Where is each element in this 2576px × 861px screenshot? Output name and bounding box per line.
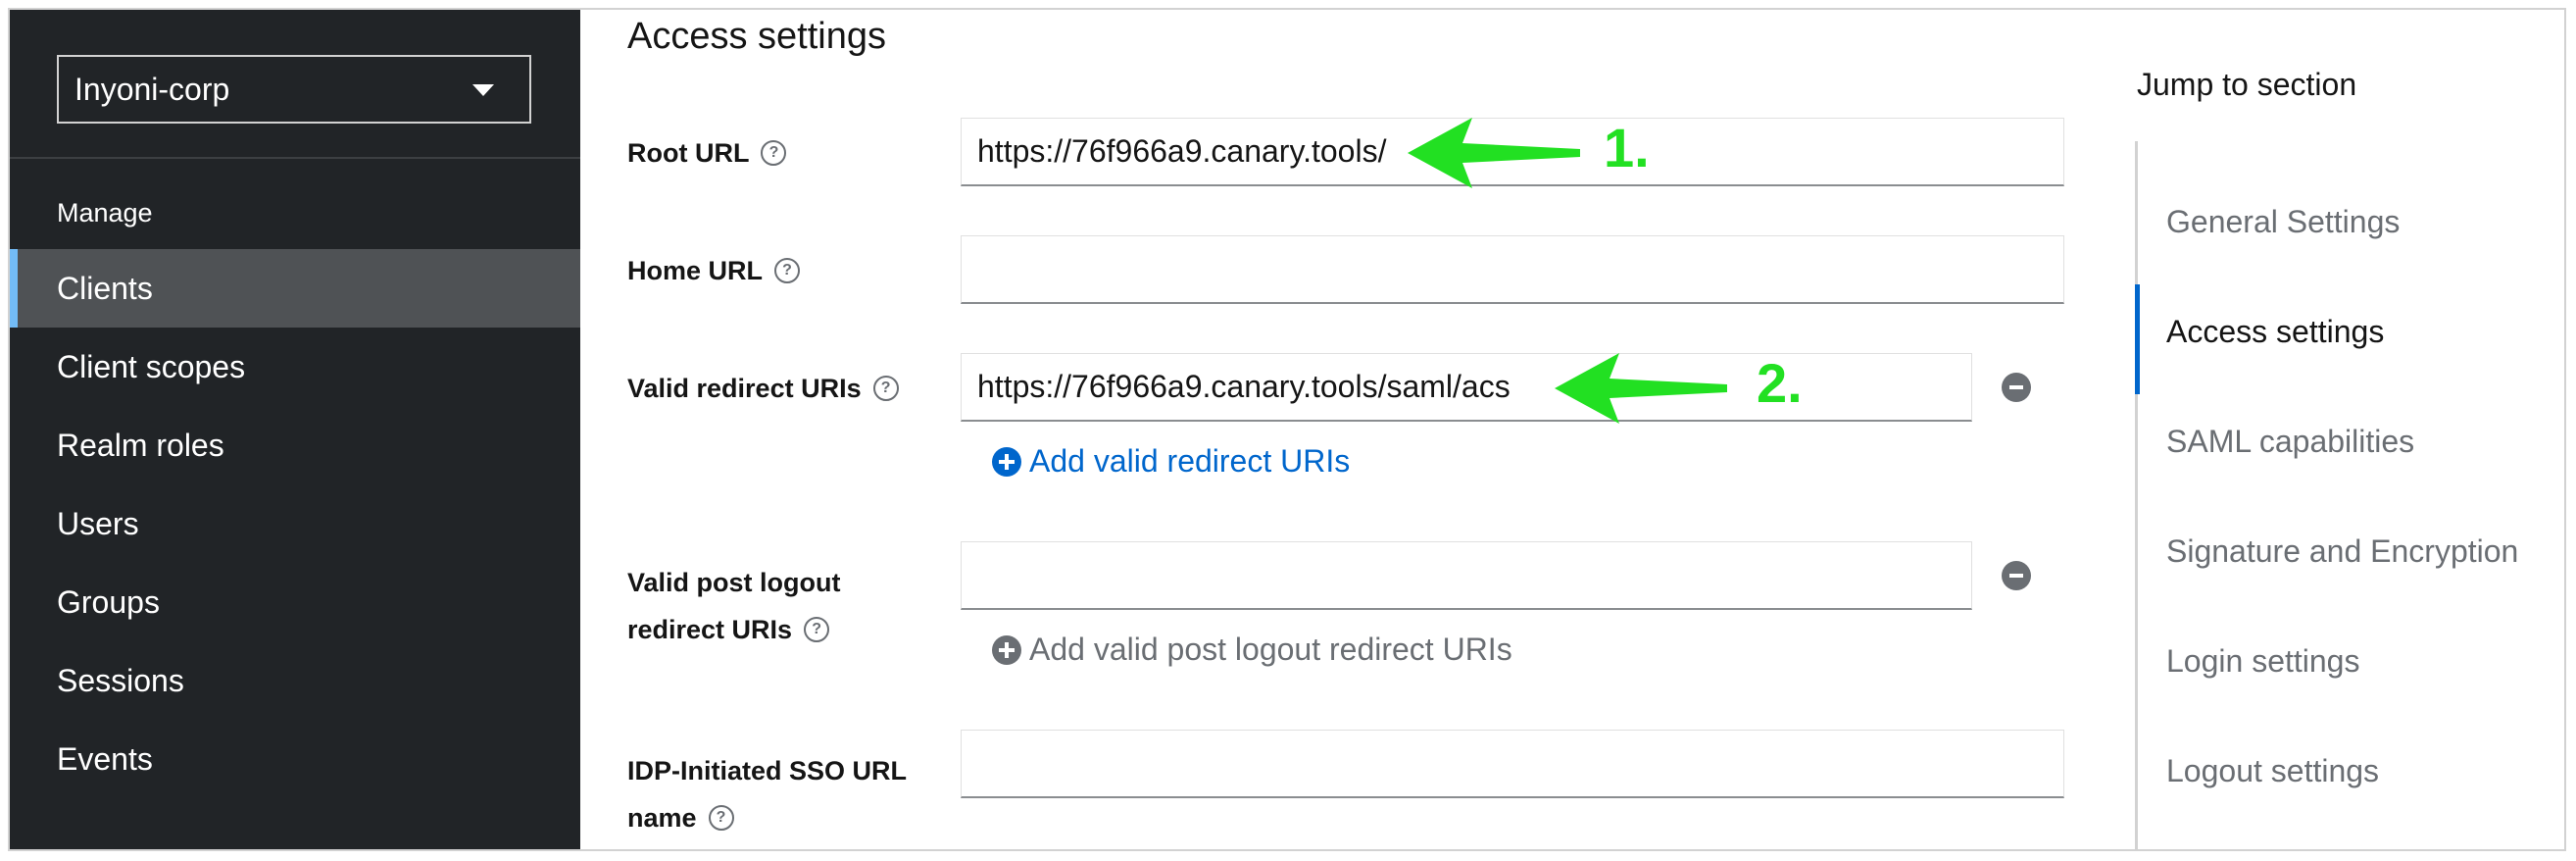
remove-redirect-uri-button[interactable]	[2002, 373, 2031, 402]
arrow-annotation-2-icon	[1555, 353, 1727, 424]
caret-down-icon	[472, 84, 494, 96]
sidebar-item-users[interactable]: Users	[10, 484, 580, 563]
add-redirect-uri-button[interactable]: Add valid redirect URIs	[992, 443, 1350, 480]
redirect-uri-value: https://76f966a9.canary.tools/saml/acs	[977, 369, 1511, 404]
arrow-annotation-1-icon	[1408, 118, 1580, 188]
redirect-uris-label-text: Valid redirect URIs	[627, 374, 862, 403]
help-icon[interactable]: ?	[708, 804, 734, 831]
sidebar-divider	[10, 157, 580, 159]
post-logout-label: Valid post logout redirect URIs?	[627, 559, 841, 653]
nav-section-title: Manage	[57, 198, 153, 228]
sidebar-item-label: Client scopes	[57, 348, 246, 384]
idp-sso-url-input[interactable]	[961, 730, 2064, 798]
add-redirect-uri-label: Add valid redirect URIs	[1029, 443, 1351, 479]
realm-selector-label: Inyoni-corp	[74, 71, 230, 107]
sidebar-item-realm-roles[interactable]: Realm roles	[10, 406, 580, 484]
sidebar-item-clients[interactable]: Clients	[10, 249, 580, 328]
sidebar-item-sessions[interactable]: Sessions	[10, 641, 580, 720]
sidebar-item-label: Sessions	[57, 662, 184, 698]
sidebar-item-label: Realm roles	[57, 427, 224, 463]
jump-link-signature-encryption[interactable]: Signature and Encryption	[2166, 533, 2518, 570]
jump-to-section-title: Jump to section	[2137, 67, 2357, 102]
help-icon[interactable]: ?	[774, 257, 801, 283]
app-frame: Inyoni-corp Manage Clients Client scopes…	[8, 8, 2566, 851]
sidebar-item-events[interactable]: Events	[10, 720, 580, 798]
redirect-uri-input[interactable]: https://76f966a9.canary.tools/saml/acs	[961, 353, 1972, 422]
sidebar: Inyoni-corp Manage Clients Client scopes…	[10, 10, 580, 849]
root-url-value: https://76f966a9.canary.tools/	[977, 133, 1387, 169]
idp-sso-label-line2: name	[627, 803, 697, 833]
help-icon[interactable]: ?	[804, 616, 830, 642]
jump-link-general-settings[interactable]: General Settings	[2166, 204, 2400, 240]
annotation-2: 2.	[1757, 352, 1803, 414]
sidebar-item-label: Groups	[57, 583, 160, 620]
post-logout-label-line1: Valid post logout	[627, 568, 841, 597]
redirect-uris-label: Valid redirect URIs?	[627, 365, 899, 412]
root-url-label: Root URL?	[627, 129, 787, 177]
jump-link-logout-settings[interactable]: Logout settings	[2166, 753, 2379, 789]
home-url-label: Home URL?	[627, 247, 801, 294]
home-url-label-text: Home URL	[627, 256, 764, 285]
sidebar-item-label: Clients	[57, 270, 153, 306]
plus-circle-icon	[992, 446, 1021, 477]
post-logout-label-line2: redirect URIs	[627, 615, 793, 644]
root-url-label-text: Root URL	[627, 138, 750, 168]
add-post-logout-uri-label: Add valid post logout redirect URIs	[1029, 632, 1512, 667]
post-logout-uri-input[interactable]	[961, 541, 1972, 610]
help-icon[interactable]: ?	[761, 139, 787, 166]
idp-sso-label: IDP-Initiated SSO URL name?	[627, 747, 907, 841]
sidebar-item-client-scopes[interactable]: Client scopes	[10, 328, 580, 406]
sidebar-item-label: Users	[57, 505, 139, 541]
plus-circle-icon	[992, 634, 1021, 665]
add-post-logout-uri-button[interactable]: Add valid post logout redirect URIs	[992, 632, 1512, 668]
annotation-1: 1.	[1604, 117, 1650, 178]
jump-link-login-settings[interactable]: Login settings	[2166, 643, 2359, 680]
jump-active-indicator	[2135, 284, 2140, 394]
realm-selector[interactable]: Inyoni-corp	[57, 55, 531, 124]
help-icon[interactable]: ?	[872, 375, 899, 401]
section-title: Access settings	[627, 16, 886, 57]
idp-sso-label-line1: IDP-Initiated SSO URL	[627, 756, 908, 785]
remove-post-logout-uri-button[interactable]	[2002, 561, 2031, 590]
jump-link-access-settings[interactable]: Access settings	[2166, 314, 2384, 350]
sidebar-item-label: Events	[57, 740, 153, 777]
sidebar-item-groups[interactable]: Groups	[10, 563, 580, 641]
home-url-input[interactable]	[961, 235, 2064, 304]
jump-link-saml-capabilities[interactable]: SAML capabilities	[2166, 424, 2414, 460]
jump-rail	[2135, 141, 2138, 849]
